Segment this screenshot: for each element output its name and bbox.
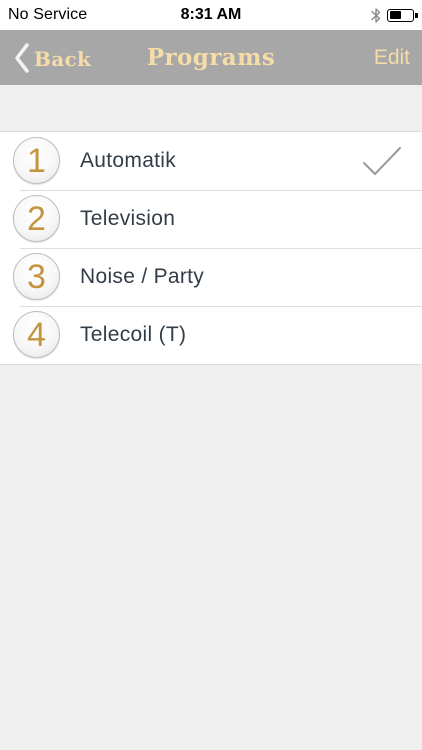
program-list: 1 Automatik 2 Television 3 Noise / Party… [0,131,422,365]
program-label: Automatik [80,149,177,172]
battery-level-fill [389,11,402,19]
status-indicators [371,6,418,24]
checkmark-icon [362,145,402,177]
program-row-telecoil[interactable]: 4 Telecoil (T) [0,306,422,364]
program-number-badge: 3 [13,253,60,300]
program-row-automatik[interactable]: 1 Automatik [0,132,422,190]
program-number-badge: 4 [13,311,60,358]
bluetooth-icon [371,7,381,24]
program-label: Telecoil (T) [80,323,187,346]
status-time: 8:31 AM [180,6,242,23]
program-number-badge: 1 [13,137,60,184]
battery-icon [387,8,418,22]
battery-tip [415,12,418,18]
program-label: Noise / Party [80,265,205,288]
program-row-noise-party[interactable]: 3 Noise / Party [0,248,422,306]
edit-button[interactable]: Edit [374,30,410,85]
program-label: Television [80,207,176,230]
program-number-badge: 2 [13,195,60,242]
status-bar: No Service 8:31 AM [0,0,422,30]
program-row-television[interactable]: 2 Television [0,190,422,248]
page-title: Programs [146,44,276,71]
navigation-bar: Back Programs Edit [0,30,422,85]
